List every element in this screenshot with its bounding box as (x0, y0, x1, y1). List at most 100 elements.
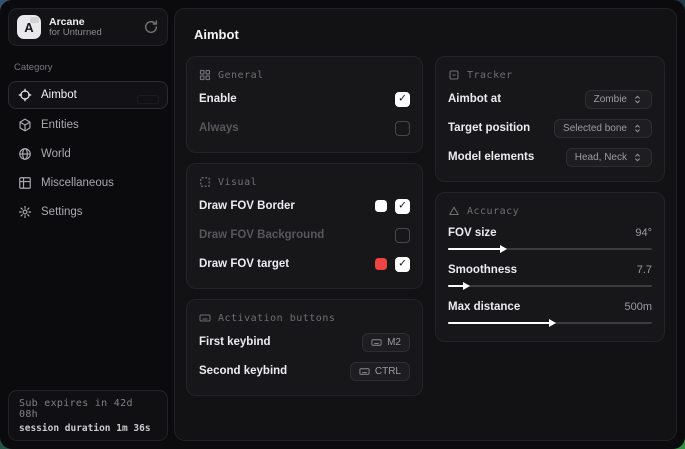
select-value: Head, Neck (575, 152, 627, 163)
keyboard-icon (199, 312, 211, 324)
smoothness-slider[interactable] (448, 281, 652, 291)
sidebar-item-label: Settings (41, 206, 83, 218)
card-title: Activation buttons (218, 313, 335, 324)
refresh-icon[interactable] (143, 19, 159, 35)
slider-fill (448, 248, 501, 250)
crosshair-icon (18, 88, 32, 102)
card-title: Accuracy (467, 206, 519, 217)
row-label: First keybind (199, 336, 271, 348)
toggle-row-fov-target: Draw FOV target (199, 253, 410, 275)
sidebar-item-label: Miscellaneous (41, 177, 114, 189)
model-elements-select[interactable]: Head, Neck (566, 148, 652, 167)
chevron-up-down-icon (632, 123, 643, 134)
session-duration-text: session duration 1m 36s (19, 423, 157, 434)
slider-row-max-distance: Max distance 500m (448, 301, 652, 328)
sidebar-item-aimbot[interactable]: Aimbot (8, 81, 168, 109)
triangle-icon (448, 205, 460, 217)
toggle-row-always: Always (199, 117, 410, 139)
cube-icon (18, 118, 32, 132)
slider-fill (448, 285, 464, 287)
app-name: Arcane (49, 16, 135, 28)
enable-checkbox[interactable] (395, 92, 410, 107)
always-checkbox[interactable] (395, 121, 410, 136)
chevron-up-down-icon (632, 152, 643, 163)
color-swatch[interactable] (375, 200, 387, 212)
keyboard-icon (359, 366, 370, 377)
row-label: Smoothness (448, 264, 517, 276)
app-subtitle: for Unturned (49, 28, 135, 39)
color-swatch[interactable] (375, 258, 387, 270)
sidebar-item-label: Entities (41, 119, 79, 131)
dashed-box-icon (199, 176, 211, 188)
app-header: A Arcane for Unturned (8, 8, 168, 46)
app-window: A Arcane for Unturned Category Aimbot (0, 0, 685, 449)
slider-fill (448, 322, 550, 324)
aimbot-at-select[interactable]: Zombie (585, 90, 652, 109)
row-label: Always (199, 122, 239, 134)
row-label: Aimbot at (448, 93, 501, 105)
activation-card: Activation buttons First keybind M2 (186, 299, 423, 396)
fov-size-slider[interactable] (448, 244, 652, 254)
tracker-card: Tracker Aimbot at Zombie (435, 56, 665, 182)
card-title: General (218, 70, 264, 81)
sidebar-item-label: World (41, 148, 71, 160)
chevron-up-down-icon (632, 94, 643, 105)
sidebar-item-label: Aimbot (41, 89, 77, 101)
slider-value: 7.7 (637, 264, 652, 276)
row-label: FOV size (448, 227, 497, 239)
subscription-info: Sub expires in 42d 08h session duration … (8, 390, 168, 441)
row-label: Enable (199, 93, 237, 105)
general-card: General Enable Always (186, 56, 423, 153)
globe-icon (18, 147, 32, 161)
sub-expiry-text: Sub expires in 42d 08h (19, 398, 157, 420)
target-box-icon (448, 69, 460, 81)
fov-target-checkbox[interactable] (395, 257, 410, 272)
toggle-row-fov-background: Draw FOV Background (199, 224, 410, 246)
select-row-target-position: Target position Selected bone (448, 117, 652, 139)
fov-border-checkbox[interactable] (395, 199, 410, 214)
sidebar: A Arcane for Unturned Category Aimbot (8, 8, 168, 441)
sidebar-item-world[interactable]: World (8, 141, 168, 167)
layout-icon (199, 69, 211, 81)
row-label: Target position (448, 122, 530, 134)
sidebar-item-entities[interactable]: Entities (8, 112, 168, 138)
sidebar-item-miscellaneous[interactable]: Miscellaneous (8, 170, 168, 196)
gear-icon (18, 205, 32, 219)
row-label: Model elements (448, 151, 534, 163)
second-keybind-button[interactable]: CTRL (350, 362, 410, 381)
select-value: Zombie (594, 94, 627, 105)
keybind-value: M2 (387, 337, 401, 348)
toggle-row-fov-border: Draw FOV Border (199, 195, 410, 217)
keybind-hint (137, 95, 159, 104)
accuracy-card: Accuracy FOV size 94° (435, 192, 665, 342)
row-label: Draw FOV Background (199, 229, 324, 241)
keyboard-icon (371, 337, 382, 348)
select-row-model-elements: Model elements Head, Neck (448, 146, 652, 168)
grid-icon (18, 176, 32, 190)
visual-card: Visual Draw FOV Border Draw FOV Backgrou… (186, 163, 423, 289)
sidebar-item-settings[interactable]: Settings (8, 199, 168, 225)
sidebar-nav: Aimbot Entities World (8, 81, 168, 225)
select-row-aimbot-at: Aimbot at Zombie (448, 88, 652, 110)
target-position-select[interactable]: Selected bone (554, 119, 652, 138)
keybind-row-second: Second keybind CTRL (199, 360, 410, 382)
row-label: Second keybind (199, 365, 287, 377)
row-label: Draw FOV target (199, 258, 289, 270)
app-logo: A (17, 15, 41, 39)
keybind-value: CTRL (375, 366, 401, 377)
keybind-row-first: First keybind M2 (199, 331, 410, 353)
card-title: Visual (218, 177, 257, 188)
slider-value: 94° (635, 227, 652, 239)
max-distance-slider[interactable] (448, 318, 652, 328)
fov-background-checkbox[interactable] (395, 228, 410, 243)
select-value: Selected bone (563, 123, 627, 134)
first-keybind-button[interactable]: M2 (362, 333, 410, 352)
main-panel: Aimbot General Enable (174, 8, 677, 441)
slider-row-smoothness: Smoothness 7.7 (448, 264, 652, 291)
slider-value: 500m (624, 301, 652, 313)
category-label: Category (14, 62, 164, 73)
row-label: Draw FOV Border (199, 200, 295, 212)
toggle-row-enable: Enable (199, 88, 410, 110)
slider-row-fov-size: FOV size 94° (448, 227, 652, 254)
row-label: Max distance (448, 301, 520, 313)
